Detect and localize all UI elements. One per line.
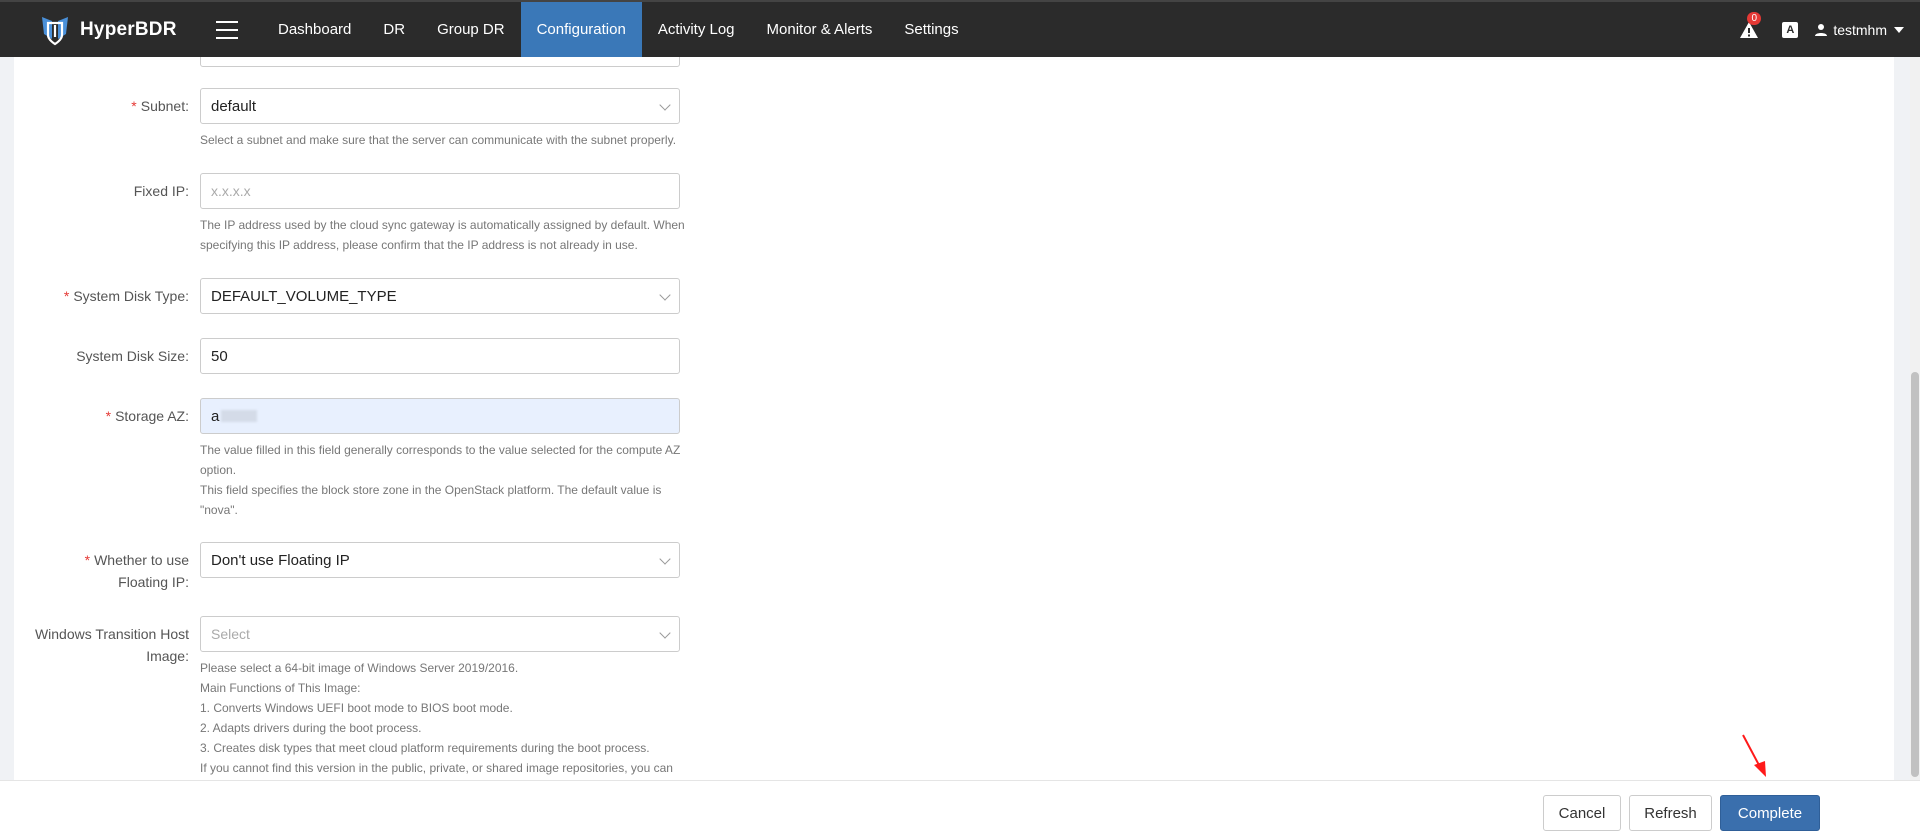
chevron-down-icon <box>1894 26 1904 33</box>
cancel-button[interactable]: Cancel <box>1543 795 1621 831</box>
user-icon <box>1815 23 1828 36</box>
subnet-select[interactable]: default <box>200 88 680 124</box>
nav-dashboard[interactable]: Dashboard <box>262 2 367 57</box>
fixed-ip-input[interactable]: x.x.x.x <box>200 173 680 209</box>
system-disk-size-label: System Disk Size: <box>76 348 189 364</box>
annotation-arrow-icon <box>1742 734 1766 777</box>
nav-group-dr[interactable]: Group DR <box>421 2 521 57</box>
system-disk-type-label: * System Disk Type: <box>63 288 189 304</box>
user-menu[interactable]: testmhm <box>1814 22 1904 38</box>
fixed-ip-help: The IP address used by the cloud sync ga… <box>200 218 685 252</box>
nav-activity-log[interactable]: Activity Log <box>642 2 751 57</box>
configuration-form: * Subnet: default Select a subnet and mak… <box>14 57 1894 780</box>
redacted-text <box>221 410 258 422</box>
main-nav: Dashboard DR Group DR Configuration Acti… <box>262 2 975 57</box>
complete-button[interactable]: Complete <box>1720 795 1820 831</box>
chevron-down-icon <box>659 289 671 301</box>
storage-az-help-2: This field specifies the block store zon… <box>200 483 662 517</box>
chevron-down-icon <box>659 553 671 565</box>
windows-image-label: Windows Transition Host Image: <box>34 626 189 664</box>
storage-az-input[interactable]: a <box>200 398 680 434</box>
floating-ip-select[interactable]: Don't use Floating IP <box>200 542 680 578</box>
footer-actions: Cancel Refresh Complete <box>0 780 1920 840</box>
top-navbar: HyperBDR Dashboard DR Group DR Configura… <box>0 0 1920 57</box>
refresh-button[interactable]: Refresh <box>1629 795 1712 831</box>
system-disk-size-input[interactable]: 50 <box>200 338 680 374</box>
app-name: HyperBDR <box>80 18 177 40</box>
subnet-help: Select a subnet and make sure that the s… <box>200 133 677 147</box>
alert-count-badge: 0 <box>1747 11 1762 25</box>
language-icon[interactable]: A <box>1782 21 1799 38</box>
subnet-label: * Subnet: <box>131 98 189 114</box>
alerts-button[interactable]: 0 <box>1738 11 1762 41</box>
nav-monitor-alerts[interactable]: Monitor & Alerts <box>751 2 889 57</box>
storage-az-help-1: The value filled in this field generally… <box>200 443 681 477</box>
nav-settings[interactable]: Settings <box>888 2 974 57</box>
menu-toggle-icon[interactable] <box>216 20 238 39</box>
scrollbar-thumb[interactable] <box>1911 372 1919 777</box>
nav-configuration[interactable]: Configuration <box>520 2 642 57</box>
chevron-down-icon <box>659 627 671 639</box>
hyperbdr-logo-icon <box>42 16 68 45</box>
windows-image-select[interactable]: Select <box>200 616 680 652</box>
fixed-ip-label: Fixed IP: <box>133 183 189 199</box>
floating-ip-label: * Whether to use Floating IP: <box>84 552 189 590</box>
storage-az-label: * Storage AZ: <box>105 408 189 424</box>
chevron-down-icon <box>659 99 671 111</box>
windows-image-help: Please select a 64-bit image of Windows … <box>200 661 673 775</box>
nav-dr[interactable]: DR <box>367 2 421 57</box>
user-name: testmhm <box>1833 21 1887 38</box>
system-disk-type-select[interactable]: DEFAULT_VOLUME_TYPE <box>200 278 680 314</box>
brand[interactable]: HyperBDR <box>38 13 208 47</box>
previous-field[interactable] <box>200 57 680 67</box>
